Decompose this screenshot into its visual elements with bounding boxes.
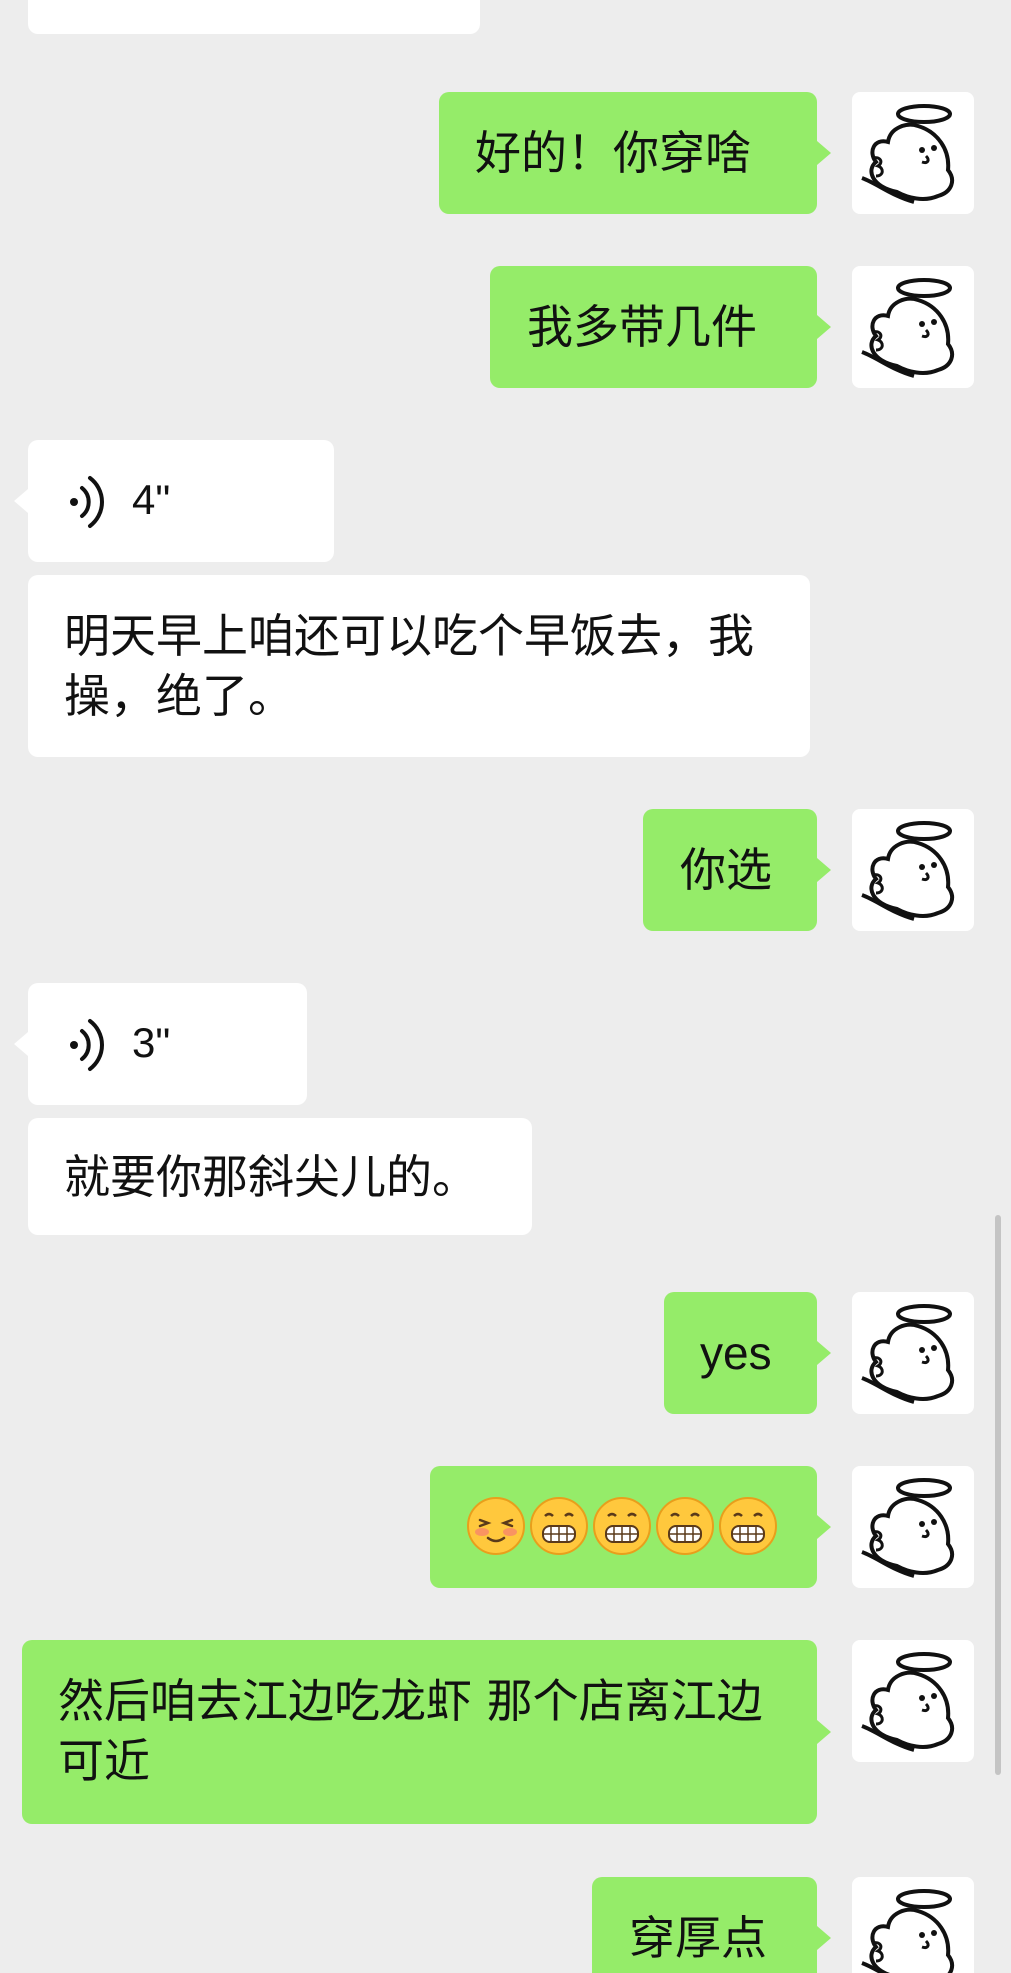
outgoing-message[interactable]: 穿厚点 xyxy=(592,1877,831,1973)
incoming-voice-message[interactable]: 3" xyxy=(14,983,307,1105)
user-avatar[interactable] xyxy=(852,1877,974,1973)
incoming-message[interactable]: 明天早上咱还可以吃个早饭去，我操，绝了。 xyxy=(28,575,810,757)
outgoing-message[interactable]: yes xyxy=(664,1292,831,1414)
user-avatar[interactable] xyxy=(852,1640,974,1762)
angel-ghost-avatar-icon xyxy=(861,1889,955,1973)
message-text: 你选 xyxy=(680,843,772,897)
angel-ghost-avatar-icon xyxy=(861,1304,955,1404)
voice-duration: 3" xyxy=(132,1019,171,1066)
message-text: 就要你那斜尖儿的。 xyxy=(64,1150,478,1204)
user-avatar[interactable] xyxy=(852,92,974,214)
bubble-tail xyxy=(817,1926,831,1950)
user-avatar[interactable] xyxy=(852,1292,974,1414)
outgoing-message[interactable]: 我多带几件 xyxy=(490,266,831,388)
grinning-teeth-emoji xyxy=(656,1497,714,1555)
message-text: 明天早上咱还可以吃个早饭去，我操，绝了。 xyxy=(64,609,754,723)
angel-ghost-avatar-icon xyxy=(861,104,955,204)
bubble-tail xyxy=(14,489,28,513)
bubble-tail xyxy=(817,858,831,882)
emoji-row xyxy=(466,1496,786,1556)
incoming-message-partial[interactable] xyxy=(28,0,480,34)
grinning-teeth-emoji xyxy=(593,1497,651,1555)
voice-duration: 4" xyxy=(132,476,171,523)
incoming-message[interactable]: 就要你那斜尖儿的。 xyxy=(28,1118,532,1235)
bubble-tail xyxy=(817,315,831,339)
user-avatar[interactable] xyxy=(852,266,974,388)
outgoing-message[interactable]: 好的！你穿啥 xyxy=(439,92,831,214)
voice-wave-icon xyxy=(70,1019,104,1071)
angel-ghost-avatar-icon xyxy=(861,821,955,921)
message-text: 好的！你穿啥 xyxy=(475,126,751,180)
message-text: yes xyxy=(700,1327,772,1379)
bubble-tail xyxy=(817,1720,831,1744)
incoming-voice-message[interactable]: 4" xyxy=(14,440,334,562)
message-text: 我多带几件 xyxy=(527,300,757,354)
chat-window: 好的！你穿啥 我多带几件 4" 明天早上咱还可以吃个早饭去，我操，绝了。 你选 … xyxy=(0,0,1011,1973)
smiling-blush-emoji xyxy=(467,1497,525,1555)
angel-ghost-avatar-icon xyxy=(861,278,955,378)
angel-ghost-avatar-icon xyxy=(861,1478,955,1578)
outgoing-message[interactable]: 然后咱去江边吃龙虾 那个店离江边可近 xyxy=(22,1640,831,1824)
angel-ghost-avatar-icon xyxy=(861,1652,955,1752)
grinning-teeth-emoji xyxy=(530,1497,588,1555)
outgoing-emoji-message[interactable] xyxy=(430,1466,831,1588)
message-text: 然后咱去江边吃龙虾 那个店离江边可近 xyxy=(58,1674,763,1788)
grinning-teeth-emoji xyxy=(719,1497,777,1555)
bubble-tail xyxy=(14,1032,28,1056)
outgoing-message[interactable]: 你选 xyxy=(643,809,831,931)
user-avatar[interactable] xyxy=(852,809,974,931)
bubble-tail xyxy=(817,1341,831,1365)
bubble-tail xyxy=(817,1515,831,1539)
voice-wave-icon xyxy=(70,476,104,528)
bubble-tail xyxy=(817,141,831,165)
user-avatar[interactable] xyxy=(852,1466,974,1588)
message-text: 穿厚点 xyxy=(629,1911,767,1965)
scrollbar[interactable] xyxy=(995,1215,1001,1775)
